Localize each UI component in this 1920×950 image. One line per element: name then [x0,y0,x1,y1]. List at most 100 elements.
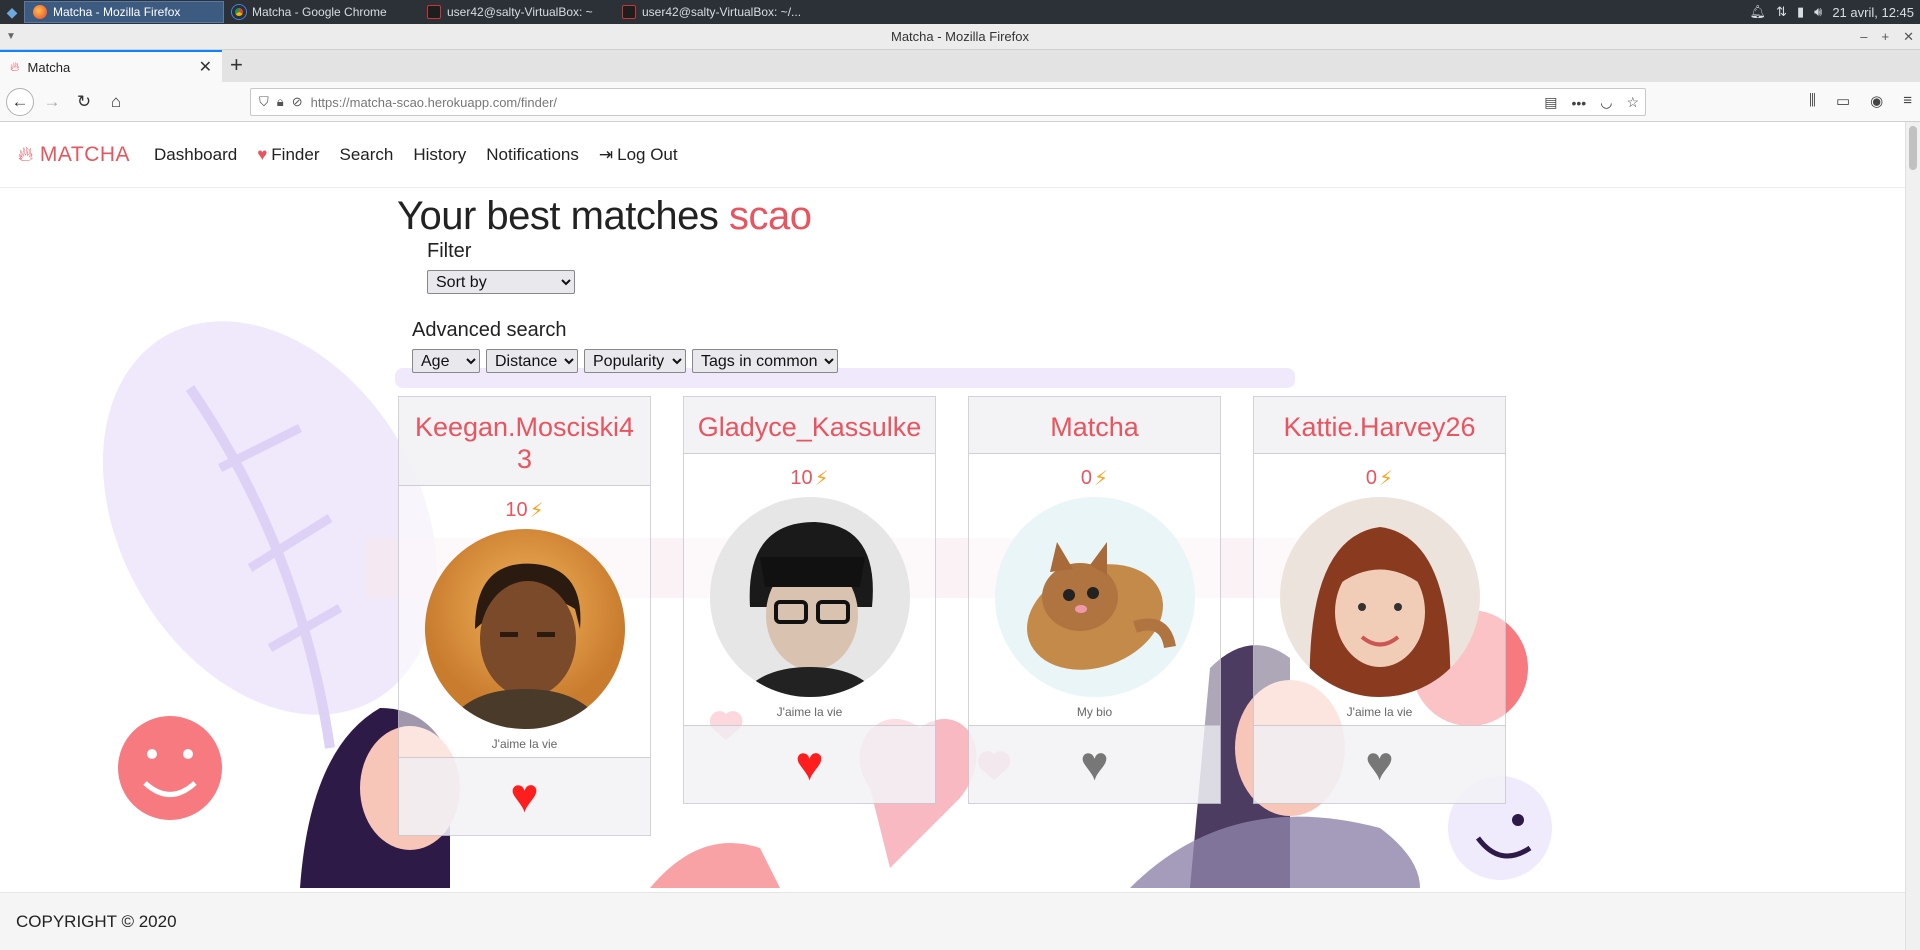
nav-finder[interactable]: ♥ Finder [257,145,319,165]
taskbar-item-label: user42@salty-VirtualBox: ~/... [642,5,802,19]
nav-notifications[interactable]: Notifications [486,145,579,165]
window-title: Matcha - Mozilla Firefox [891,29,1029,44]
sidebar-icon[interactable]: ▭ [1836,92,1850,110]
battery-icon[interactable]: ▮ [1797,4,1804,20]
page-actions-icon[interactable]: ••• [1572,95,1587,111]
logout-icon: ⇥ [598,144,614,164]
chrome-icon [232,5,246,19]
new-tab-button[interactable]: + [230,52,243,78]
lightning-icon: ⚡︎ [1094,468,1109,490]
avatar[interactable] [994,497,1195,697]
site-brand[interactable]: 🔥︎ MATCHA [18,143,130,167]
minimize-icon[interactable]: – [1860,24,1867,50]
taskbar-item-label: Matcha - Google Chrome [252,5,387,19]
avatar[interactable] [424,529,625,729]
lock-icon[interactable]: 🔒︎ [277,94,284,110]
page-footer: COPYRIGHT © 2020 [0,892,1905,950]
site-navbar: 🔥︎ MATCHA Dashboard ♥ Finder Search Hist… [0,122,1905,188]
taskbar-item-label: Matcha - Mozilla Firefox [53,5,181,19]
like-button[interactable]: ♥ [969,725,1220,803]
popularity-select[interactable]: Popularity [584,349,686,373]
flame-icon: 🔥︎ [10,59,20,74]
like-button[interactable]: ♥ [684,725,935,803]
bookmark-star-icon[interactable]: ☆ [1626,94,1639,111]
match-username[interactable]: Kattie.Harvey26 [1254,397,1505,454]
url-bar[interactable]: ⛉ 🔒︎ ⊘ https://matcha-scao.herokuapp.com… [250,88,1646,116]
tab-strip: 🔥︎ Matcha ✕ + [0,50,1920,82]
sort-by-select[interactable]: Sort by [427,270,575,294]
distance-select[interactable]: Distance [486,349,578,373]
reload-button[interactable]: ↻ [72,90,96,114]
heart-icon: ♥ [1365,738,1394,791]
match-card: Gladyce_Kassulke 10 ⚡︎ J'aime la vie ♥ [683,396,936,804]
tab-matcha[interactable]: 🔥︎ Matcha ✕ [0,50,222,82]
avatar[interactable] [709,497,910,697]
url-host: https://matcha-scao.herokuapp.com [310,94,518,110]
nav-history[interactable]: History [413,145,466,165]
match-username[interactable]: Gladyce_Kassulke [684,397,935,454]
bell-icon[interactable]: 🔔︎ [1750,4,1767,20]
match-bio: My bio [1076,705,1113,719]
close-tab-icon[interactable]: ✕ [199,57,212,77]
maximize-icon[interactable]: + [1882,24,1890,50]
window-titlebar: ▼ Matcha - Mozilla Firefox – + ✕ [0,24,1920,50]
terminal-icon [427,5,441,19]
page-title-text: Your best matches [397,194,719,238]
firefox-icon [33,5,47,19]
system-tray: 🔔︎ ⇅ ▮ 🔊︎ 21 avril, 12:45 [1750,4,1920,20]
scrollbar-thumb[interactable] [1909,126,1917,170]
window-menu-icon[interactable]: ▼ [6,24,16,50]
os-taskbar: ◆ Matcha - Mozilla Firefox Matcha - Goog… [0,0,1920,24]
taskbar-item-chrome[interactable]: Matcha - Google Chrome [224,1,419,23]
lightning-icon: ⚡︎ [814,468,829,490]
pocket-icon[interactable]: ◡ [1600,94,1612,111]
page-title: Your best matches scao [397,194,812,239]
match-username[interactable]: Keegan.Mosciski43 [399,397,650,486]
nav-finder-label: Finder [271,144,320,164]
browser-navbar: ← → ↻ ⌂ ⛉ 🔒︎ ⊘ https://matcha-scao.herok… [0,82,1920,122]
nav-search[interactable]: Search [339,145,393,165]
permissions-icon[interactable]: ⊘ [292,94,303,110]
home-button[interactable]: ⌂ [104,90,128,114]
flame-icon: 🔥︎ [18,142,34,166]
taskbar-item-firefox[interactable]: Matcha - Mozilla Firefox [24,1,224,23]
clock[interactable]: 21 avril, 12:45 [1832,5,1914,20]
menu-icon[interactable]: ≡ [1903,92,1912,110]
score-value: 0 [1365,467,1378,489]
match-bio: J'aime la vie [776,705,843,719]
taskbar-item-terminal-2[interactable]: user42@salty-VirtualBox: ~/... [614,1,809,23]
like-button[interactable]: ♥ [1254,725,1505,803]
match-username[interactable]: Matcha [969,397,1220,454]
close-window-icon[interactable]: ✕ [1903,24,1914,50]
back-button[interactable]: ← [6,88,34,116]
taskbar-item-label: user42@salty-VirtualBox: ~ [447,5,593,19]
heart-icon: ♥ [257,144,268,164]
age-select[interactable]: Age [412,349,480,373]
like-button[interactable]: ♥ [399,757,650,835]
page-scrollbar[interactable] [1905,122,1920,950]
terminal-icon [622,5,636,19]
taskbar-item-terminal[interactable]: user42@salty-VirtualBox: ~ [419,1,614,23]
lightning-icon: ⚡︎ [1379,468,1394,490]
nav-dashboard[interactable]: Dashboard [154,145,237,165]
account-icon[interactable]: ◉ [1870,92,1883,110]
advanced-search-filters: Age Distance Popularity Tags in common [412,349,838,373]
score-value: 10 [790,467,813,489]
app-menu-icon[interactable]: ◆ [0,0,24,24]
volume-icon[interactable]: 🔊︎ [1814,4,1822,20]
network-icon[interactable]: ⇅ [1776,4,1787,20]
avatar[interactable] [1279,497,1480,697]
reader-view-icon[interactable]: ▤ [1544,94,1557,111]
popularity-score: 10 ⚡︎ [684,466,935,491]
brand-name: MATCHA [39,142,131,166]
advanced-search-label: Advanced search [412,319,567,341]
match-bio: J'aime la vie [491,737,558,751]
heart-icon: ♥ [795,738,824,791]
library-icon[interactable]: ⫼ [1809,92,1816,110]
filter-label: Filter [427,240,472,262]
forward-button[interactable]: → [40,90,64,114]
shield-icon[interactable]: ⛉ [259,94,269,110]
nav-logout[interactable]: ⇥ Log Out [599,145,678,165]
heart-icon: ♥ [510,770,539,823]
tags-select[interactable]: Tags in common [692,349,838,373]
